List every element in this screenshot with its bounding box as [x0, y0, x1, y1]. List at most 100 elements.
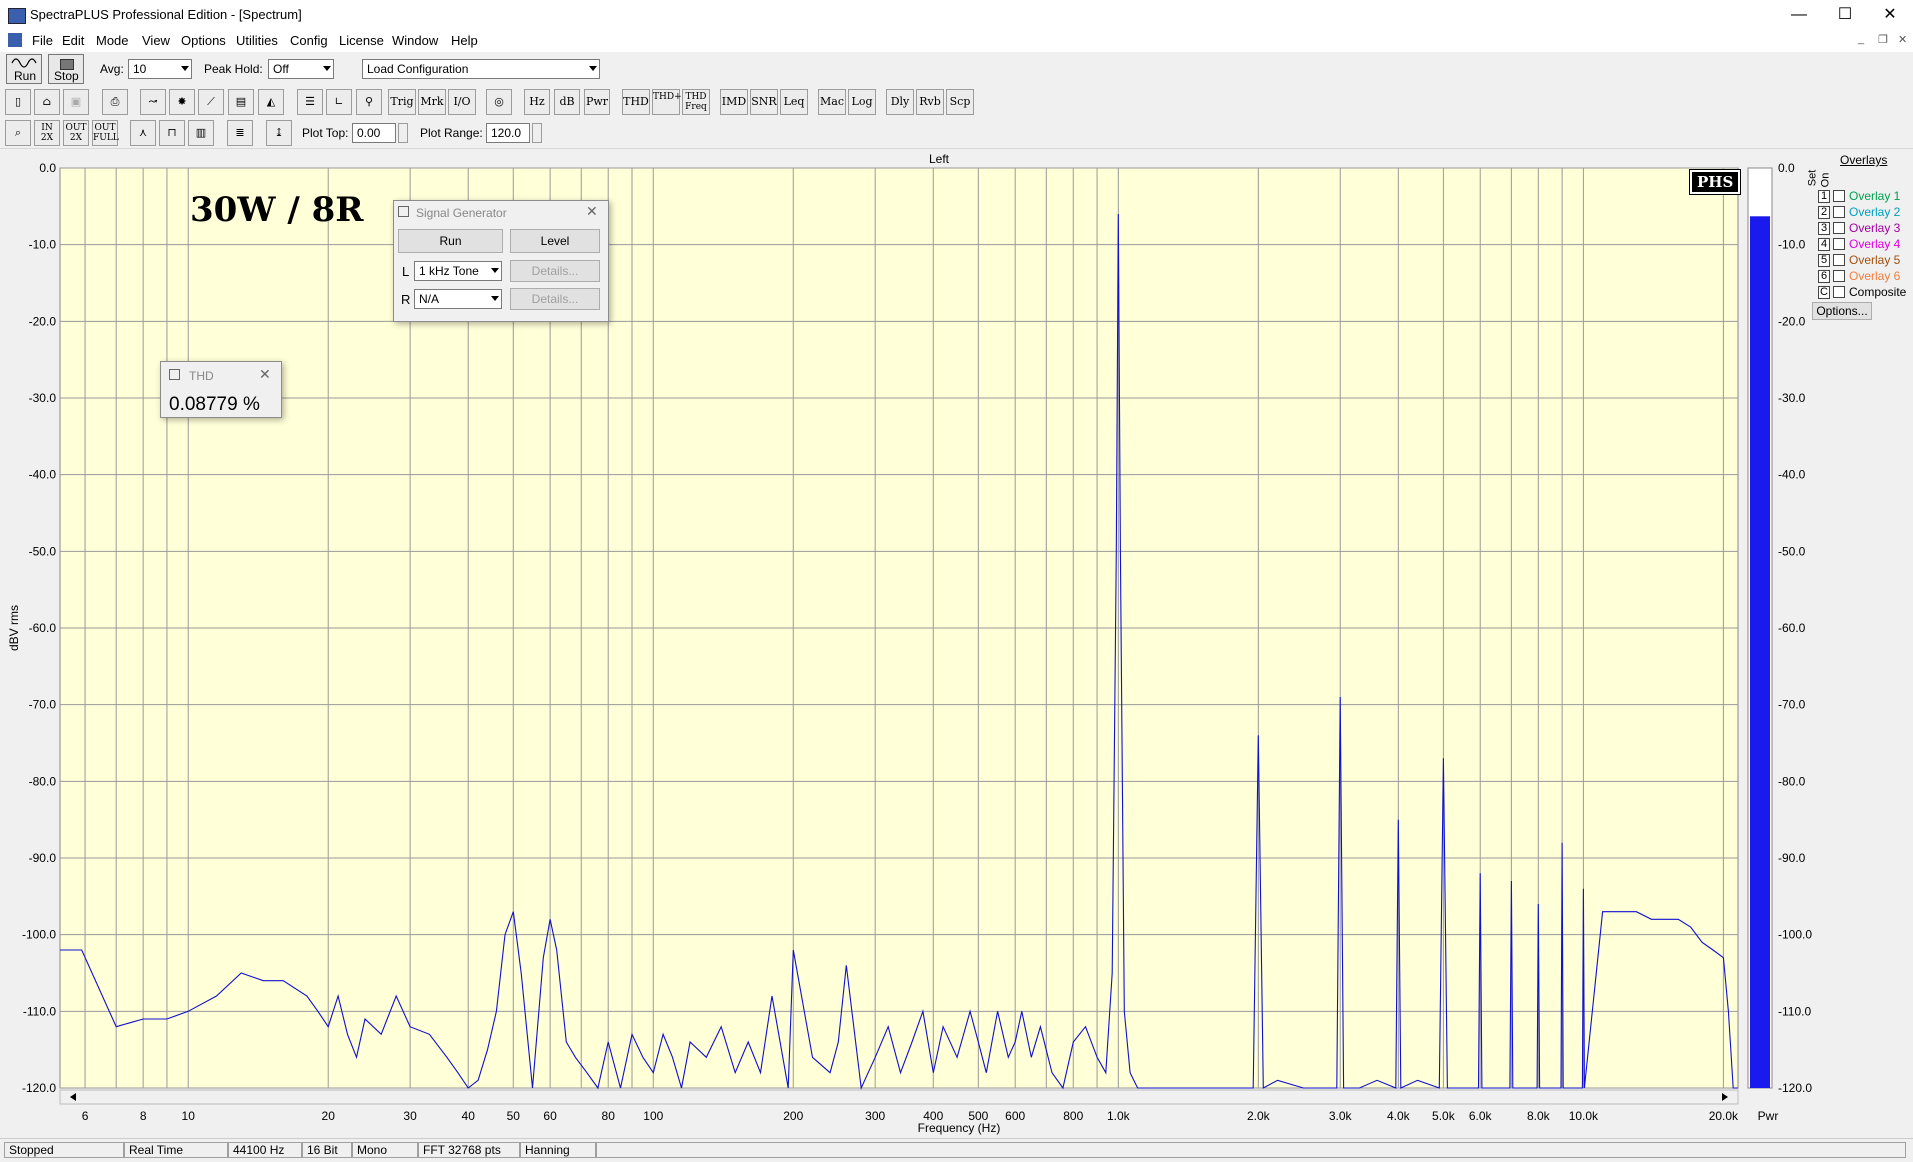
thd-freq-button[interactable]: THD Freq — [682, 89, 710, 115]
document-icon[interactable] — [8, 33, 22, 47]
overlay-checkbox[interactable] — [1833, 286, 1845, 298]
menu-edit[interactable]: Edit — [62, 33, 84, 48]
stop-button[interactable]: Stop — [48, 54, 84, 84]
imd-button[interactable]: IMD — [720, 89, 748, 115]
overlay-checkbox[interactable] — [1833, 222, 1845, 234]
plot-range-spinner[interactable] — [532, 123, 542, 143]
3d-surface-icon[interactable]: ◭ — [258, 89, 284, 115]
dly-button[interactable]: Dly — [886, 89, 914, 115]
overlay-checkbox[interactable] — [1833, 190, 1845, 202]
db-button[interactable]: dB — [554, 89, 580, 115]
vertical-scale-icon[interactable]: ↨ — [266, 120, 292, 146]
time-series-icon[interactable]: ↝ — [140, 89, 166, 115]
spectrum-icon[interactable]: ✸ — [169, 89, 195, 115]
scp-button[interactable]: Scp — [946, 89, 974, 115]
mac-button[interactable]: Mac — [818, 89, 846, 115]
generator-icon[interactable]: ◎ — [486, 89, 512, 115]
menu-license[interactable]: License — [339, 33, 384, 48]
right-signal-select[interactable]: N/A — [414, 289, 502, 309]
step-plot-icon[interactable]: ⊓ — [159, 120, 185, 146]
io-button[interactable]: I/O — [448, 89, 476, 115]
trig-button[interactable]: Trig — [388, 89, 416, 115]
menu-help[interactable]: Help — [451, 33, 478, 48]
peak-hold-select[interactable]: Off — [268, 59, 334, 79]
pwr-button[interactable]: Pwr — [584, 89, 610, 115]
mdi-close-icon[interactable]: ✕ — [1898, 33, 1907, 46]
close-icon[interactable]: ✕ — [586, 203, 598, 220]
plot-top-input[interactable]: 0.00 — [352, 123, 396, 143]
close-icon[interactable]: ✕ — [259, 366, 271, 383]
generator-level-button[interactable]: Level — [510, 229, 600, 253]
overlay-set-button[interactable]: 3 — [1818, 222, 1830, 235]
axis-icon[interactable]: ∟ — [326, 89, 352, 115]
menu-mode[interactable]: Mode — [96, 33, 129, 48]
phase-icon[interactable]: ⟋ — [198, 89, 224, 115]
avg-select[interactable]: 10 — [128, 59, 192, 79]
menu-options[interactable]: Options — [181, 33, 226, 48]
right-details-button[interactable]: Details... — [510, 288, 600, 310]
plot-top-spinner[interactable] — [398, 123, 408, 143]
x-tick-label: 60 — [543, 1109, 557, 1123]
mdi-minimize-icon[interactable]: _ — [1858, 33, 1864, 45]
list-view-icon[interactable]: ≣ — [227, 120, 253, 146]
left-details-button[interactable]: Details... — [510, 260, 600, 282]
maximize-button[interactable]: ☐ — [1822, 0, 1868, 30]
line-plot-icon[interactable]: ⋏ — [130, 120, 156, 146]
snr-button[interactable]: SNR — [750, 89, 778, 115]
y-tick-label: -100.0 — [22, 928, 56, 942]
overlay-set-button[interactable]: 2 — [1818, 206, 1830, 219]
menu-utilities[interactable]: Utilities — [236, 33, 278, 48]
open-folder-icon[interactable]: ⌂ — [34, 89, 60, 115]
view-settings-icon[interactable]: ☰ — [297, 89, 323, 115]
plot-range-input[interactable]: 120.0 — [486, 123, 530, 143]
generator-run-button[interactable]: Run — [398, 229, 503, 253]
menu-file[interactable]: File — [32, 33, 53, 48]
mdi-restore-icon[interactable]: ❐ — [1878, 33, 1888, 46]
menu-config[interactable]: Config — [290, 33, 328, 48]
rvb-button[interactable]: Rvb — [916, 89, 944, 115]
run-button[interactable]: Run — [6, 54, 42, 84]
thd-button[interactable]: THD — [622, 89, 650, 115]
dialog-icon — [169, 369, 180, 380]
bar-plot-icon[interactable]: ▥ — [188, 120, 214, 146]
calibration-icon[interactable]: ⚲ — [356, 89, 382, 115]
zoom-out-full-icon[interactable]: OUT FULL — [92, 120, 119, 146]
left-signal-select[interactable]: 1 kHz Tone — [414, 261, 502, 281]
overlay-set-button[interactable]: 4 — [1818, 238, 1830, 251]
overlay-options-button[interactable]: Options... — [1812, 302, 1872, 320]
close-button[interactable]: ✕ — [1867, 0, 1913, 30]
save-icon[interactable]: ▣ — [63, 89, 89, 115]
y-tick-label: -10.0 — [29, 238, 57, 252]
y-tick-label: -110.0 — [23, 1004, 56, 1018]
plot-top-label: Plot Top: — [302, 126, 349, 140]
menu-view[interactable]: View — [142, 33, 170, 48]
overlay-set-button[interactable]: 6 — [1818, 270, 1830, 283]
zoom-icon[interactable]: ⌕ — [5, 120, 31, 146]
log-button[interactable]: Log — [848, 89, 876, 115]
overlay-checkbox[interactable] — [1833, 238, 1845, 250]
x-tick-label: 80 — [602, 1109, 616, 1123]
print-icon[interactable]: ⎙ — [102, 89, 128, 115]
spectrogram-icon[interactable]: ▤ — [228, 89, 254, 115]
x-tick-label: 300 — [865, 1109, 885, 1123]
minimize-button[interactable]: — — [1776, 0, 1822, 30]
zoom-out-2x-icon[interactable]: OUT 2X — [63, 120, 89, 146]
overlay-checkbox[interactable] — [1833, 270, 1845, 282]
overlay-checkbox[interactable] — [1833, 206, 1845, 218]
level-meter-tick-label: -100.0 — [1778, 928, 1812, 942]
configuration-select[interactable]: Load Configuration — [362, 59, 600, 79]
thd-n-button[interactable]: THD+N — [652, 89, 689, 115]
menu-window[interactable]: Window — [392, 33, 438, 48]
overlay-set-button[interactable]: C — [1818, 286, 1830, 299]
zoom-in-2x-icon[interactable]: IN 2X — [34, 120, 60, 146]
hz-button[interactable]: Hz — [524, 89, 550, 115]
right-channel-label: R — [401, 292, 411, 307]
overlay-set-button[interactable]: 5 — [1818, 254, 1830, 267]
overlay-checkbox[interactable] — [1833, 254, 1845, 266]
level-meter-tick-label: -20.0 — [1778, 314, 1806, 328]
mrk-button[interactable]: Mrk — [418, 89, 446, 115]
leq-button[interactable]: Leq — [780, 89, 808, 115]
x-tick-label: 2.0k — [1247, 1109, 1271, 1123]
overlay-set-button[interactable]: 1 — [1818, 190, 1830, 203]
new-file-icon[interactable]: ▯ — [5, 89, 31, 115]
